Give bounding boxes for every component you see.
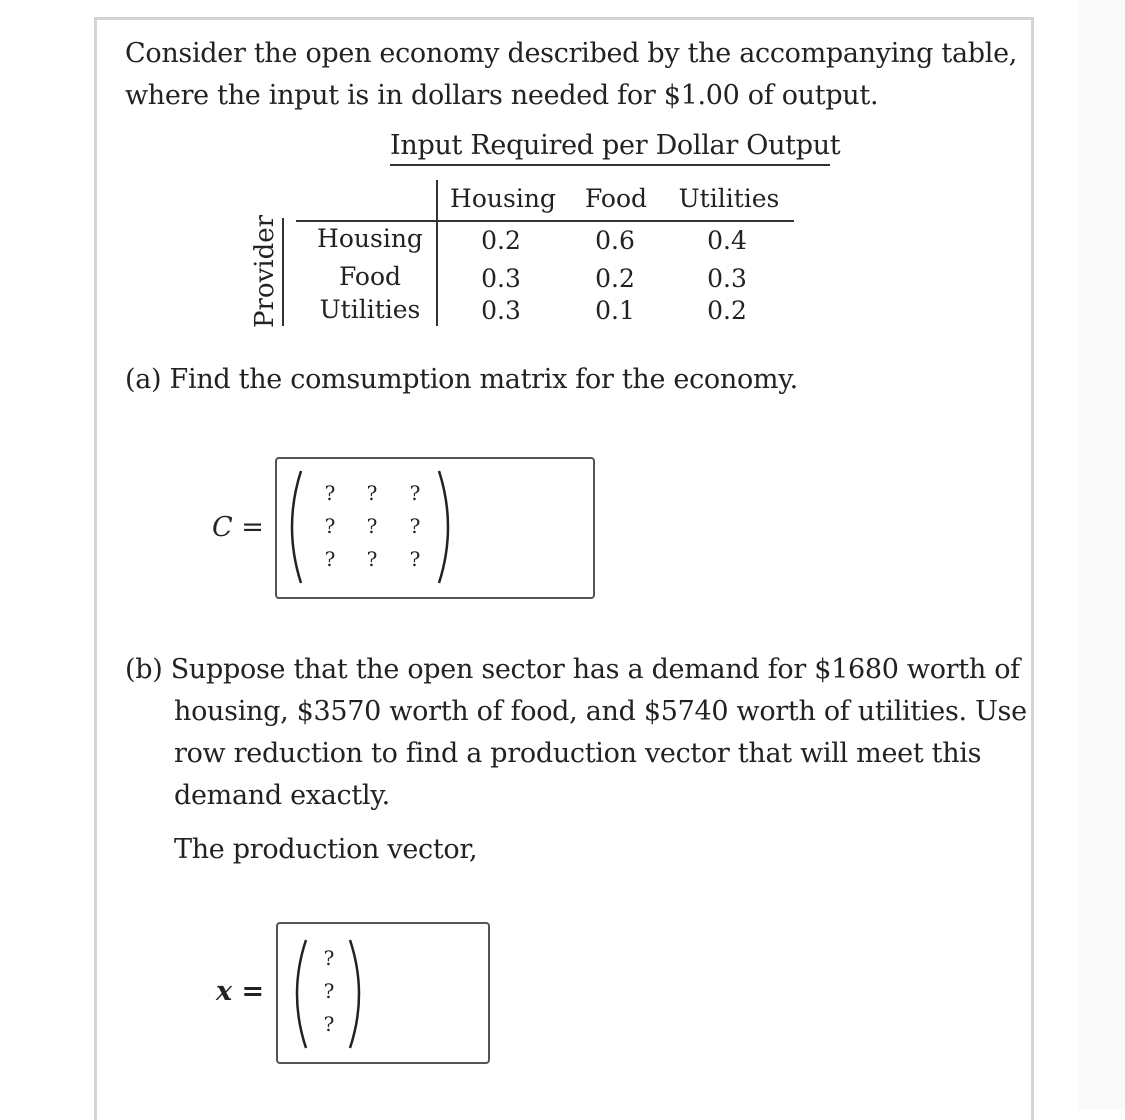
vector-entry[interactable]: ? [314, 948, 344, 968]
part-b-prompt-line2: housing, $3570 worth of food, and $5740 … [174, 696, 1027, 727]
part-a-prompt: (a) Find the comsumption matrix for the … [125, 364, 798, 395]
matrix-entry[interactable]: ? [400, 516, 430, 536]
matrix-entry[interactable]: ? [315, 549, 345, 569]
table-title: Input Required per Dollar Output [390, 130, 841, 161]
intro-text-line1: Consider the open economy described by t… [125, 38, 1018, 69]
table-cell: 0.2 [595, 264, 635, 293]
matrix-entry[interactable]: ? [357, 483, 387, 503]
table-cell: 0.3 [707, 264, 747, 293]
part-b-prompt-line4: demand exactly. [174, 780, 390, 811]
intro-text-line2: where the input is in dollars needed for… [125, 80, 879, 111]
table-cell: 0.6 [595, 226, 635, 255]
matrix-entry[interactable]: ? [400, 549, 430, 569]
row-label-food: Food [338, 262, 402, 291]
matrix-c-label: C = [212, 512, 264, 543]
column-header-utilities: Utilities [678, 184, 780, 213]
vector-entry[interactable]: ? [314, 1014, 344, 1034]
vector-parentheses [295, 939, 361, 1049]
table-cell: 0.2 [481, 226, 521, 255]
table-cell: 0.3 [481, 296, 521, 325]
row-axis-label: Provider [250, 214, 280, 328]
part-b-prompt-line1: (b) Suppose that the open sector has a d… [125, 654, 1020, 685]
matrix-entry[interactable]: ? [400, 483, 430, 503]
table-vertical-rule [436, 180, 438, 326]
part-b-prompt-line3: row reduction to find a production vecto… [174, 738, 982, 769]
table-cell: 0.3 [481, 264, 521, 293]
row-axis-rule [282, 218, 284, 326]
vector-entry[interactable]: ? [314, 981, 344, 1001]
matrix-entry[interactable]: ? [357, 516, 387, 536]
page-margin [1078, 0, 1125, 1109]
row-label-utilities: Utilities [319, 295, 421, 324]
matrix-entry[interactable]: ? [315, 483, 345, 503]
table-cell: 0.1 [595, 296, 635, 325]
table-cell: 0.2 [707, 296, 747, 325]
column-header-housing: Housing [450, 184, 556, 213]
table-cell: 0.4 [707, 226, 747, 255]
matrix-entry[interactable]: ? [357, 549, 387, 569]
table-title-underline [390, 164, 830, 166]
table-horizontal-rule [296, 220, 794, 222]
production-vector-label: The production vector, [174, 834, 478, 865]
matrix-entry[interactable]: ? [315, 516, 345, 536]
production-vector-answer-box[interactable]: ? ? ? [276, 922, 490, 1064]
consumption-matrix-answer-box[interactable]: ? ? ? ? ? ? ? ? ? [275, 457, 595, 599]
vector-x-label: x = [216, 976, 265, 1007]
row-label-housing: Housing [317, 224, 423, 253]
column-header-food: Food [584, 184, 648, 213]
